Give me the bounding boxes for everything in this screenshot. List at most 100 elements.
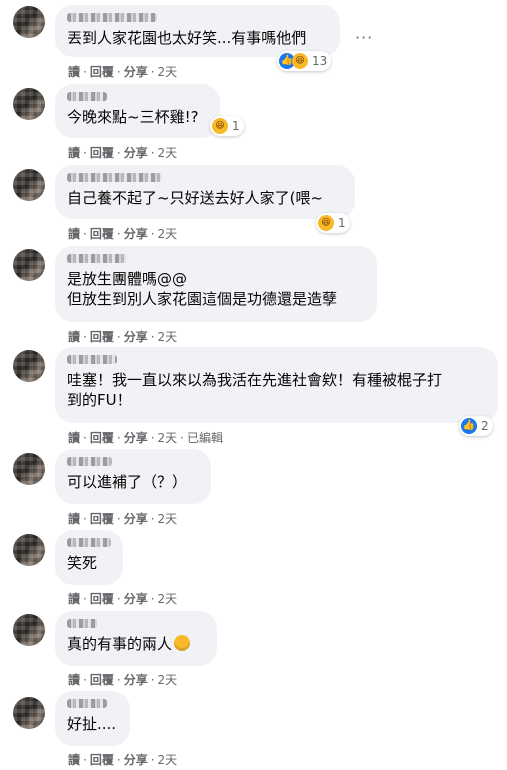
read-link[interactable]: 讀: [68, 65, 80, 79]
separator: ·: [116, 431, 121, 445]
reply-link[interactable]: 回覆: [90, 431, 114, 445]
read-link[interactable]: 讀: [68, 753, 80, 767]
avatar[interactable]: [13, 350, 45, 382]
separator: ·: [116, 227, 121, 241]
commenter-name[interactable]: [67, 92, 107, 101]
separator: ·: [83, 227, 87, 241]
separator: ·: [180, 431, 184, 445]
share-link[interactable]: 分享: [124, 330, 148, 344]
read-link[interactable]: 讀: [68, 431, 80, 445]
share-link[interactable]: 分享: [124, 753, 148, 767]
share-link[interactable]: 分享: [124, 512, 148, 526]
read-link[interactable]: 讀: [68, 227, 80, 241]
separator: ·: [83, 592, 87, 606]
comment-actions: 讀 · 回覆 · 分享 · 2天: [68, 671, 177, 688]
comment-actions: 讀 · 回覆 · 分享 · 2天: [68, 590, 177, 607]
comment-bubble: 今晚來點~三杯雞!?: [55, 84, 220, 138]
edited-label: 已編輯: [187, 431, 224, 445]
commenter-name[interactable]: [67, 254, 127, 263]
commenter-name[interactable]: [67, 355, 117, 364]
share-link[interactable]: 分享: [124, 65, 148, 79]
comment-text-body: 真的有事的兩人: [67, 635, 173, 653]
read-link[interactable]: 讀: [68, 146, 80, 160]
reply-link[interactable]: 回覆: [90, 753, 114, 767]
avatar[interactable]: [13, 6, 45, 38]
commenter-name[interactable]: [67, 699, 107, 708]
comment-text: 哇塞！我一直以來以為我活在先進社會欸！有種被棍子打 到的FU！: [67, 371, 443, 409]
separator: ·: [116, 673, 121, 687]
reply-link[interactable]: 回覆: [90, 146, 114, 160]
comment-bubble: 自己養不起了~只好送去好人家了(喂~: [55, 165, 355, 219]
avatar[interactable]: [13, 88, 45, 120]
reply-link[interactable]: 回覆: [90, 592, 114, 606]
avatar[interactable]: [13, 169, 45, 201]
comment-actions: 讀 · 回覆 · 分享 · 2天 · 已編輯: [68, 429, 223, 446]
commenter-name[interactable]: [67, 13, 157, 22]
reply-link[interactable]: 回覆: [90, 65, 114, 79]
timestamp[interactable]: 2天: [158, 512, 178, 526]
avatar[interactable]: [13, 534, 45, 566]
timestamp[interactable]: 2天: [158, 673, 178, 687]
read-link[interactable]: 讀: [68, 330, 80, 344]
separator: ·: [83, 431, 87, 445]
commenter-name[interactable]: [67, 457, 112, 466]
share-link[interactable]: 分享: [124, 146, 148, 160]
read-link[interactable]: 讀: [68, 512, 80, 526]
separator: ·: [83, 512, 87, 526]
reaction-count: 2: [481, 419, 489, 433]
reaction-summary[interactable]: 👍 😆 13: [277, 51, 332, 71]
separator: ·: [83, 753, 87, 767]
separator: ·: [150, 330, 155, 344]
comment-text: 今晚來點~三杯雞!?: [67, 108, 199, 126]
separator: ·: [83, 330, 87, 344]
separator: ·: [150, 753, 155, 767]
more-dots-icon[interactable]: ···: [355, 28, 373, 47]
timestamp[interactable]: 2天: [158, 146, 178, 160]
share-link[interactable]: 分享: [124, 592, 148, 606]
avatar[interactable]: [13, 614, 45, 646]
comment-actions: 讀 · 回覆 · 分享 · 2天: [68, 510, 177, 527]
like-icon: 👍: [461, 418, 477, 434]
sad-emoji-icon: [174, 635, 191, 651]
comment-bubble: 哇塞！我一直以來以為我活在先進社會欸！有種被棍子打 到的FU！: [55, 347, 498, 423]
reaction-summary[interactable]: 😆 1: [316, 213, 350, 233]
comment-text: 是放生團體嗎@@ 但放生到別人家花園這個是功德還是造孽: [67, 270, 338, 308]
share-link[interactable]: 分享: [124, 227, 148, 241]
reply-link[interactable]: 回覆: [90, 512, 114, 526]
reply-link[interactable]: 回覆: [90, 673, 114, 687]
comment-bubble: 可以進補了（？）: [55, 449, 211, 504]
separator: ·: [150, 673, 155, 687]
timestamp[interactable]: 2天: [158, 65, 178, 79]
avatar[interactable]: [13, 453, 45, 485]
timestamp[interactable]: 2天: [158, 227, 178, 241]
reply-link[interactable]: 回覆: [90, 330, 114, 344]
timestamp[interactable]: 2天: [158, 431, 178, 445]
commenter-name[interactable]: [67, 173, 162, 182]
comment-bubble: 真的有事的兩人: [55, 611, 217, 666]
separator: ·: [116, 753, 121, 767]
comment-bubble: 丟到人家花園也太好笑...有事嗎他們: [55, 5, 340, 57]
reply-link[interactable]: 回覆: [90, 227, 114, 241]
read-link[interactable]: 讀: [68, 592, 80, 606]
read-link[interactable]: 讀: [68, 673, 80, 687]
avatar[interactable]: [13, 249, 45, 281]
comment-bubble: 好扯....: [55, 691, 130, 746]
comment-text: 好扯....: [67, 715, 117, 733]
avatar[interactable]: [13, 697, 45, 729]
comment-actions: 讀 · 回覆 · 分享 · 2天: [68, 751, 177, 768]
comment-actions: 讀 · 回覆 · 分享 · 2天: [68, 225, 177, 242]
comment-text: 丟到人家花園也太好笑...有事嗎他們: [67, 29, 307, 47]
separator: ·: [116, 65, 121, 79]
reaction-summary[interactable]: 😆 1: [210, 116, 244, 136]
timestamp[interactable]: 2天: [158, 592, 178, 606]
share-link[interactable]: 分享: [124, 673, 148, 687]
commenter-name[interactable]: [67, 538, 111, 547]
timestamp[interactable]: 2天: [158, 753, 178, 767]
reaction-summary[interactable]: 👍 2: [459, 416, 493, 436]
timestamp[interactable]: 2天: [158, 330, 178, 344]
share-link[interactable]: 分享: [124, 431, 148, 445]
separator: ·: [150, 227, 155, 241]
separator: ·: [83, 673, 87, 687]
commenter-name[interactable]: [67, 619, 97, 628]
separator: ·: [150, 592, 155, 606]
